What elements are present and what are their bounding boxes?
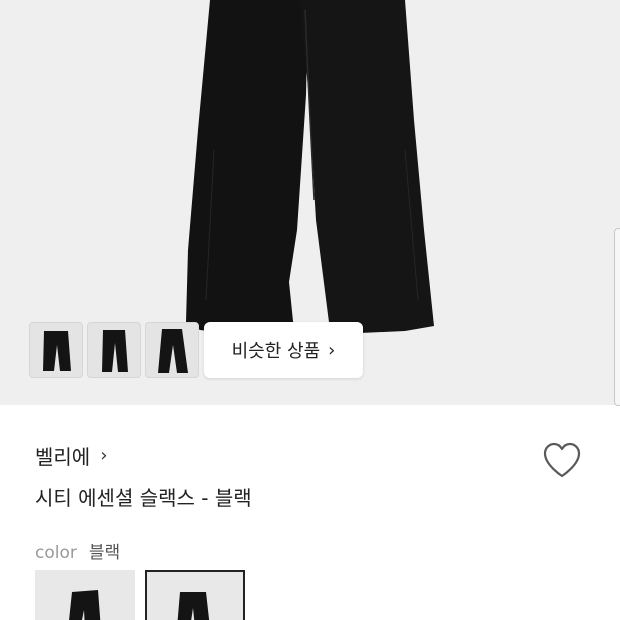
chevron-right-icon: ›	[328, 339, 336, 361]
pants-thumb-icon	[102, 330, 128, 372]
product-title: 시티 에센셜 슬랙스 - 블랙	[35, 486, 252, 510]
product-image-gallery[interactable]: 비슷한 상품 ›	[0, 0, 620, 405]
thumbnail-3[interactable]	[145, 322, 199, 378]
pants-swatch-icon	[69, 590, 101, 620]
similar-products-label: 비슷한 상품	[231, 341, 321, 362]
color-option-row: color 블랙	[35, 538, 120, 563]
scroll-indicator[interactable]	[614, 228, 620, 406]
color-swatch-1[interactable]	[35, 570, 135, 620]
color-label: color	[35, 543, 77, 563]
pants-swatch-icon	[177, 592, 210, 620]
pants-thumb-icon	[158, 329, 188, 373]
thumbnail-2[interactable]	[87, 322, 141, 378]
pants-thumb-icon	[43, 331, 71, 371]
brand-link[interactable]: 벨리에 ›	[35, 440, 107, 470]
chevron-right-icon: ›	[100, 444, 108, 466]
thumbnail-1[interactable]	[29, 322, 83, 378]
heart-outline-icon	[543, 442, 581, 478]
color-swatch-2-selected[interactable]	[145, 570, 245, 620]
wishlist-button[interactable]	[541, 440, 583, 480]
brand-name: 벨리에	[35, 444, 91, 469]
similar-products-button[interactable]: 비슷한 상품 ›	[204, 322, 363, 378]
color-value: 블랙	[88, 543, 121, 563]
